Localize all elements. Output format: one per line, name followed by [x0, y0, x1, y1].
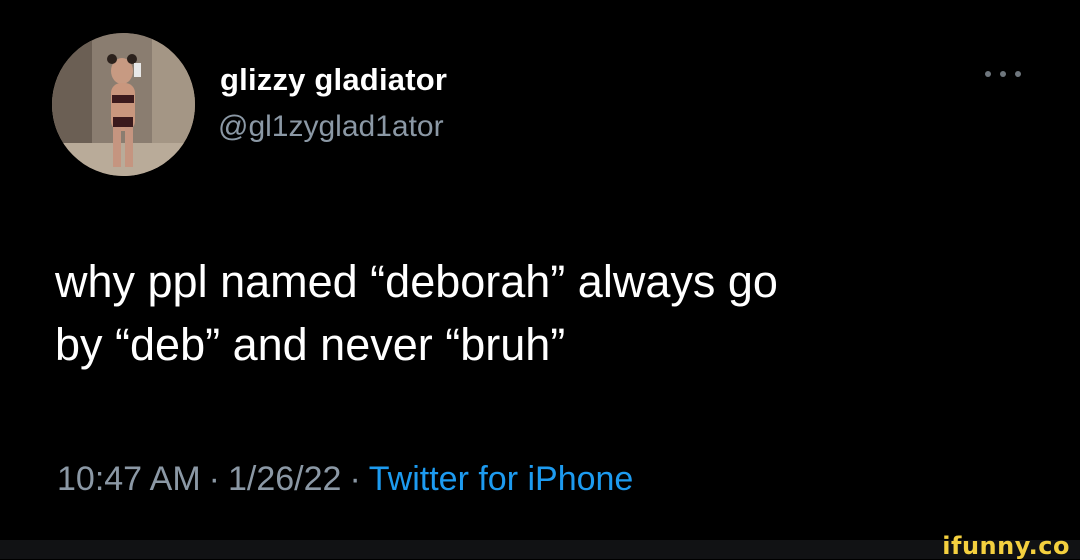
- more-options-icon[interactable]: [985, 64, 1021, 84]
- separator: ·: [208, 460, 220, 498]
- user-handle[interactable]: @gl1zyglad1ator: [218, 110, 444, 144]
- dot: [1000, 71, 1006, 77]
- footer-bar: [0, 540, 1080, 559]
- tweet-text: why ppl named “deborah” always go by “de…: [55, 256, 778, 370]
- avatar-photo: [52, 33, 195, 176]
- tweet-time[interactable]: 10:47 AM: [57, 460, 201, 498]
- dot: [985, 71, 991, 77]
- tweet-card: glizzy gladiator @gl1zyglad1ator why ppl…: [0, 0, 1080, 540]
- tweet-date[interactable]: 1/26/22: [228, 460, 341, 498]
- tweet-source-link[interactable]: Twitter for iPhone: [369, 460, 634, 498]
- separator: ·: [349, 460, 361, 498]
- tweet-metadata: 10:47 AM · 1/26/22 · Twitter for iPhone: [57, 460, 633, 499]
- ifunny-watermark: ifunny.co: [942, 532, 1070, 560]
- display-name[interactable]: glizzy gladiator: [220, 62, 447, 98]
- avatar[interactable]: [52, 33, 195, 176]
- dot: [1015, 71, 1021, 77]
